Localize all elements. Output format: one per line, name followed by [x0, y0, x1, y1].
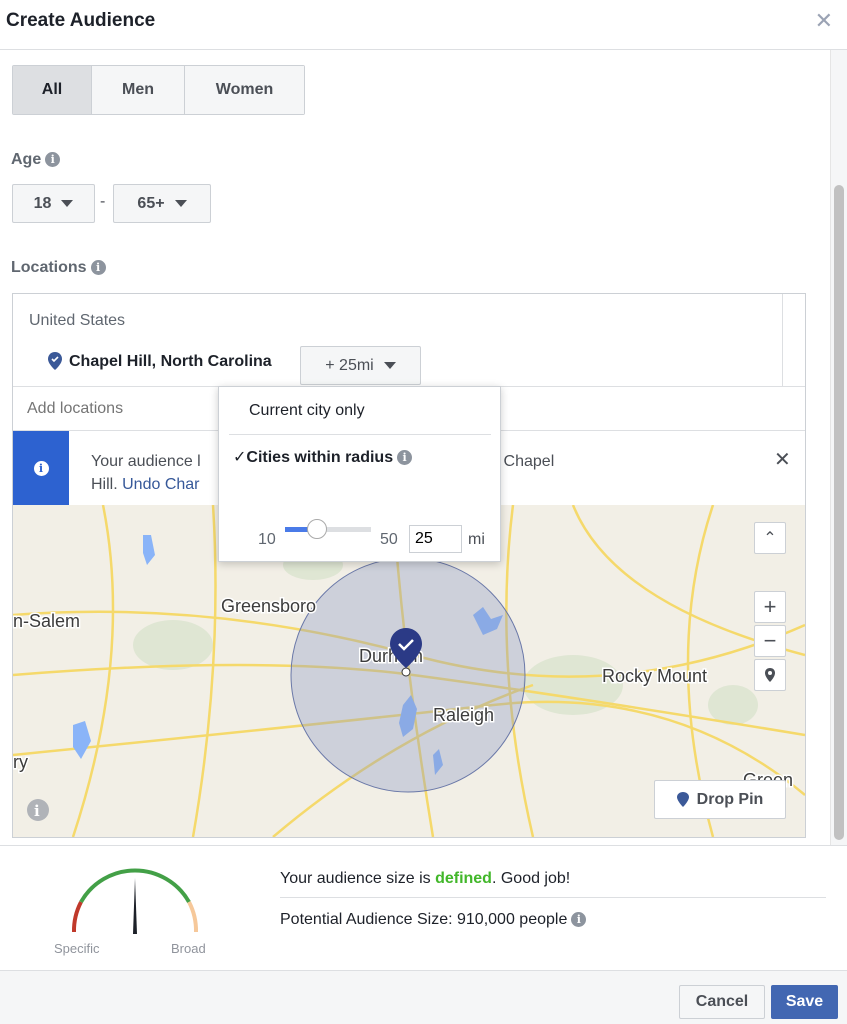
location-pin-icon	[48, 352, 62, 375]
age-min-value: 18	[33, 194, 52, 212]
age-separator: -	[100, 193, 106, 210]
gauge-specific-label: Specific	[54, 941, 100, 956]
age-max-value: 65+	[137, 194, 165, 212]
close-icon[interactable]: ✕	[815, 8, 833, 34]
undo-link[interactable]: Undo Char	[122, 476, 199, 493]
divider	[0, 49, 847, 50]
gender-women-button[interactable]: Women	[185, 66, 304, 114]
age-label: Age i	[11, 151, 61, 169]
audience-size-text: Potential Audience Size: 910,000 people	[280, 911, 568, 928]
info-banner-icon: i	[13, 431, 69, 505]
radius-slider[interactable]	[285, 519, 371, 539]
audience-status: Your audience size is defined. Good job!	[280, 870, 570, 888]
scrollbar-thumb[interactable]	[834, 185, 844, 840]
info-icon[interactable]: i	[571, 912, 587, 927]
locate-icon	[765, 668, 775, 682]
slider-handle[interactable]	[307, 519, 328, 539]
radius-popup: Current city only ✓Cities within radius i…	[218, 386, 501, 562]
radius-input[interactable]	[409, 525, 462, 553]
radius-dropdown[interactable]: + 25mi	[300, 346, 421, 385]
cancel-button[interactable]: Cancel	[679, 985, 765, 1019]
drop-pin-label: Drop Pin	[696, 790, 764, 808]
caret-down-icon	[174, 200, 187, 207]
status-text: Your audience size is	[280, 870, 436, 887]
audience-size: Potential Audience Size: 910,000 people i	[280, 911, 587, 929]
info-icon[interactable]: i	[45, 152, 61, 167]
check-icon: ✓	[233, 449, 247, 466]
info-icon[interactable]: i	[90, 260, 106, 275]
cities-within-radius-option[interactable]: ✓Cities within radius i	[233, 447, 413, 467]
age-label-text: Age	[11, 151, 42, 168]
gauge-broad-label: Broad	[171, 941, 206, 956]
map-label: Raleigh	[433, 705, 494, 725]
banner-text: Hill.	[91, 476, 118, 493]
divider	[229, 434, 491, 435]
gauge-needle	[133, 878, 137, 934]
save-button[interactable]: Save	[771, 985, 838, 1019]
slider-max-label: 50	[380, 531, 398, 548]
banner-close-icon[interactable]: ✕	[774, 447, 791, 472]
gender-all-button[interactable]: All	[13, 66, 92, 114]
age-min-dropdown[interactable]: 18	[12, 184, 95, 223]
map-label: Greensboro	[221, 596, 316, 616]
city-name: Chapel Hill, North Carolina	[69, 353, 272, 370]
zoom-out-button[interactable]: −	[754, 625, 786, 657]
country-label: United States	[29, 312, 126, 329]
map-label: n-Salem	[13, 611, 80, 631]
banner-text: Your audience l	[91, 453, 201, 470]
gender-men-button[interactable]: Men	[92, 66, 185, 114]
caret-down-icon	[383, 362, 396, 369]
locations-label: Locations i	[11, 259, 106, 277]
status-word: defined	[435, 870, 492, 887]
audience-gauge	[71, 868, 199, 934]
age-max-dropdown[interactable]: 65+	[113, 184, 211, 223]
inner-scrollbar[interactable]	[782, 294, 783, 386]
caret-down-icon	[61, 200, 74, 207]
status-text: . Good job!	[491, 870, 571, 887]
slider-min-label: 10	[258, 531, 276, 548]
radius-unit: mi	[468, 531, 485, 548]
gender-selector: All Men Women	[12, 65, 305, 115]
current-city-only-option[interactable]: Current city only	[249, 402, 365, 420]
zoom-in-button[interactable]: +	[754, 591, 786, 623]
info-icon[interactable]: i	[397, 450, 413, 465]
pin-icon	[676, 792, 689, 807]
radius-value: + 25mi	[325, 356, 374, 374]
drop-pin-button[interactable]: Drop Pin	[654, 780, 786, 819]
divider	[280, 897, 826, 898]
map-label: Rocky Mount	[602, 666, 707, 686]
option-label: Cities within radius	[246, 449, 394, 466]
map-collapse-button[interactable]: ⌃	[754, 522, 786, 554]
divider	[0, 845, 847, 846]
map-label: ry	[13, 752, 28, 772]
locations-label-text: Locations	[11, 259, 87, 276]
locate-button[interactable]	[754, 659, 786, 691]
dialog-title: Create Audience	[6, 10, 156, 31]
svg-text:i: i	[34, 802, 40, 820]
